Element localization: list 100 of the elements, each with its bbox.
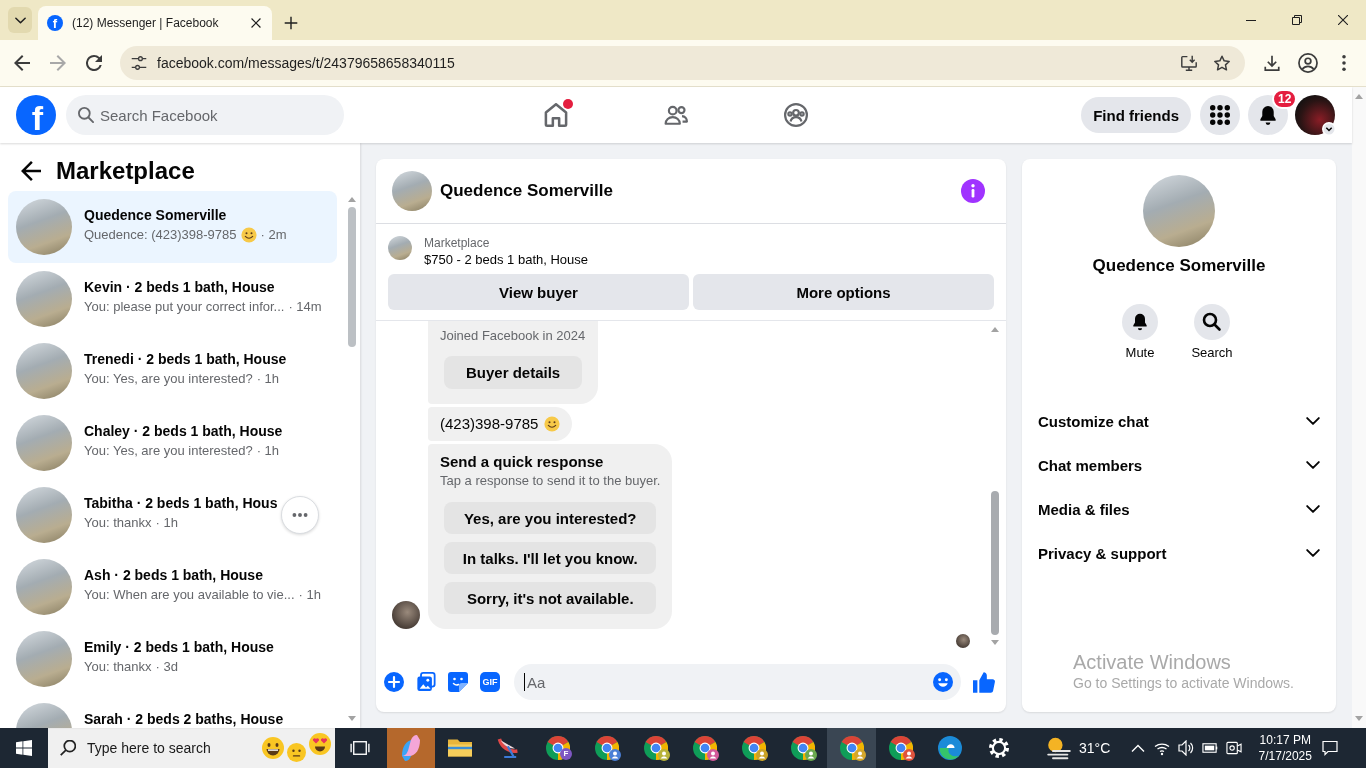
house-photo bbox=[16, 559, 72, 615]
message-preview: You: Yes, are you interested? bbox=[84, 371, 253, 387]
house-photo bbox=[16, 631, 72, 687]
profile-icon[interactable] bbox=[1298, 53, 1318, 73]
search-icon bbox=[1194, 304, 1230, 340]
caret-icon[interactable] bbox=[1322, 122, 1336, 136]
message-time: · 2m bbox=[260, 227, 287, 243]
sticker-icon[interactable] bbox=[448, 672, 468, 692]
start-icon[interactable] bbox=[16, 740, 32, 756]
thumbs-up-icon[interactable] bbox=[973, 671, 995, 693]
conversation-name: Tabitha · 2 beds 1 bath, Hous bbox=[84, 494, 278, 512]
grinning-face-icon bbox=[262, 737, 284, 759]
site-logo[interactable]: f bbox=[16, 95, 56, 135]
restore-icon[interactable] bbox=[1292, 15, 1302, 25]
search-button[interactable]: Search bbox=[1176, 304, 1248, 361]
conversation-item[interactable]: Kevin · 2 beds 1 bath, House You: please put your correct infor... · 14m bbox=[8, 263, 337, 335]
listing-action-button[interactable]: More options bbox=[693, 274, 994, 310]
conversation-item[interactable]: Emily · 2 beds 1 bath, House You: thankx · 3d bbox=[8, 623, 337, 695]
listing-title: $750 - 2 beds 1 bath, House bbox=[424, 251, 589, 268]
message-preview: You: please put your correct infor... bbox=[84, 299, 285, 315]
more-button[interactable] bbox=[281, 496, 319, 534]
message-time: · 14m bbox=[288, 299, 322, 315]
conversation-item[interactable]: Tabitha · 2 beds 1 bath, Hous You: thankx · 1h bbox=[8, 479, 337, 551]
gear-icon bbox=[988, 738, 1009, 758]
notification-icon[interactable] bbox=[1322, 740, 1339, 756]
accordion-row[interactable]: Chat members bbox=[1030, 443, 1328, 487]
close-icon[interactable] bbox=[251, 18, 261, 28]
quick-reply-button[interactable]: Sorry, it's not available. bbox=[444, 582, 657, 614]
taskbar-search-field[interactable]: Type here to search bbox=[48, 728, 335, 768]
close-icon[interactable] bbox=[1338, 15, 1348, 25]
conversation-name: Chaley · 2 beds 1 bath, House bbox=[84, 422, 283, 440]
gif-button[interactable]: GIF bbox=[480, 672, 500, 692]
search-icon bbox=[78, 107, 94, 123]
notification-badge: 12 bbox=[1272, 89, 1298, 109]
emoji-icon[interactable] bbox=[933, 672, 953, 692]
contact-name: Quedence Somerville bbox=[440, 181, 614, 201]
accordion-row[interactable]: Privacy & support bbox=[1030, 531, 1328, 575]
ellipsis-icon bbox=[292, 513, 308, 517]
profile-photo[interactable] bbox=[1295, 95, 1335, 135]
message-preview: Quedence: (423)398-9785 bbox=[84, 227, 237, 243]
star-icon[interactable] bbox=[1214, 55, 1230, 71]
conversation-name: Quedence Somerville bbox=[84, 206, 228, 224]
taskbar-button[interactable]: F bbox=[533, 728, 582, 768]
buyer-details-button[interactable]: Buyer details bbox=[444, 356, 583, 389]
home-icon bbox=[544, 103, 568, 127]
bell-icon bbox=[1122, 304, 1158, 340]
temperature[interactable]: 31°C bbox=[1079, 740, 1111, 756]
accordion-row[interactable]: Media & files bbox=[1030, 487, 1328, 531]
grid-icon bbox=[1210, 105, 1230, 125]
download-icon[interactable] bbox=[1264, 55, 1280, 71]
house-photo bbox=[16, 415, 72, 471]
back-icon[interactable] bbox=[14, 55, 30, 71]
chevron-up-icon[interactable] bbox=[1131, 743, 1146, 753]
bell-icon bbox=[1258, 105, 1278, 125]
neutral-face-icon bbox=[287, 742, 306, 762]
message-time: · 1h bbox=[298, 587, 321, 603]
plus-icon[interactable] bbox=[384, 672, 404, 692]
plus-icon[interactable] bbox=[284, 16, 298, 30]
conversation-item[interactable]: Chaley · 2 beds 1 bath, House You: Yes, are you interested? · 1h bbox=[8, 407, 337, 479]
task-view-icon[interactable] bbox=[350, 741, 370, 755]
message-preview: You: thankx bbox=[84, 659, 152, 675]
camera-icon[interactable] bbox=[1226, 740, 1243, 756]
address-bar[interactable]: facebook.com/messages/t/24379658658340115 bbox=[120, 46, 1245, 80]
clock-date[interactable]: 7/17/2025 bbox=[1258, 748, 1312, 764]
image-icon[interactable] bbox=[416, 672, 436, 692]
browser-tab[interactable]: f (12) Messenger | Facebook bbox=[38, 6, 272, 40]
scrollbar-thumb[interactable] bbox=[348, 207, 356, 347]
mute-button[interactable]: Mute bbox=[1104, 304, 1176, 361]
taskbar-button[interactable] bbox=[827, 728, 876, 768]
minimize-icon[interactable] bbox=[1246, 19, 1256, 21]
reload-icon[interactable] bbox=[86, 55, 102, 71]
house-photo bbox=[392, 171, 432, 211]
house-photo bbox=[16, 343, 72, 399]
find-friends-button[interactable]: Find friends bbox=[1081, 97, 1191, 133]
conversation-item[interactable]: Trenedi · 2 beds 1 bath, House You: Yes, are you interested? · 1h bbox=[8, 335, 337, 407]
scrollbar-thumb[interactable] bbox=[991, 491, 999, 635]
weather-icon[interactable] bbox=[1047, 736, 1071, 760]
search-icon bbox=[60, 740, 76, 756]
sliders-icon[interactable] bbox=[131, 55, 147, 71]
back-icon[interactable] bbox=[21, 161, 41, 181]
chevron-down-icon bbox=[14, 16, 26, 24]
accordion-row[interactable]: Customize chat bbox=[1030, 399, 1328, 443]
battery-icon[interactable] bbox=[1202, 740, 1219, 756]
menu-button[interactable] bbox=[1200, 95, 1240, 135]
conversation-item[interactable]: Ash · 2 beds 1 bath, House You: When are you available to vie... · 1h bbox=[8, 551, 337, 623]
listing-action-button[interactable]: View buyer bbox=[388, 274, 689, 310]
install-icon[interactable] bbox=[1181, 55, 1197, 71]
message-time: · 1h bbox=[256, 443, 280, 459]
message-field[interactable]: Aa bbox=[514, 664, 961, 700]
swirl-icon bbox=[386, 728, 435, 768]
quick-reply-button[interactable]: In talks. I'll let you know. bbox=[444, 542, 657, 574]
quick-reply-button[interactable]: Yes, are you interested? bbox=[444, 502, 657, 534]
tab-list-button[interactable] bbox=[8, 7, 32, 33]
contact-name: Quedence Somerville bbox=[1092, 255, 1266, 277]
speaker-icon[interactable] bbox=[1178, 740, 1195, 756]
info-icon[interactable] bbox=[961, 179, 985, 203]
wave-icon bbox=[937, 736, 962, 760]
search-field[interactable]: Search Facebook bbox=[66, 95, 344, 135]
conversation-item[interactable]: Quedence Somerville Quedence: (423)398-9785 · 2m bbox=[8, 191, 337, 263]
clock-time[interactable]: 10:17 PM bbox=[1259, 732, 1311, 748]
